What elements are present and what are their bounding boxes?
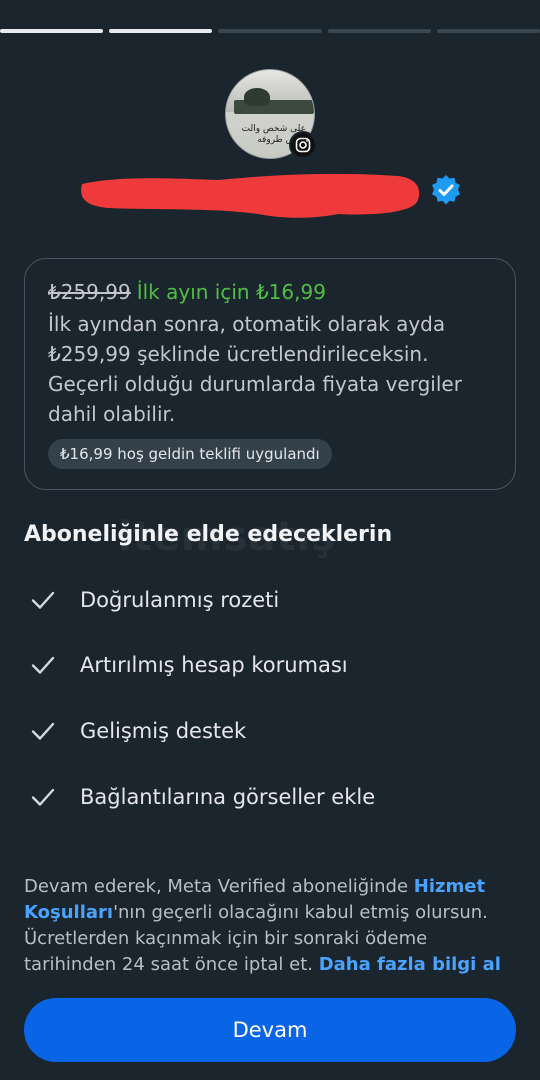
benefit-item: Doğrulanmış rozeti <box>30 585 279 615</box>
benefit-item: Gelişmiş destek <box>30 716 246 746</box>
offer-card: ₺259,99 İlk ayın için ₺16,99 İlk ayından … <box>24 258 516 490</box>
progress-segment <box>0 29 104 33</box>
legal-notice: Devam ederek, Meta Verified aboneliğinde… <box>24 874 516 978</box>
check-icon <box>31 722 55 740</box>
progress-segment <box>327 29 431 33</box>
offer-description: İlk ayından sonra, otomatik olarak ayda … <box>48 312 462 426</box>
promo-price: İlk ayın için ₺16,99 <box>136 280 326 304</box>
old-price: ₺259,99 <box>48 280 131 304</box>
benefit-item: Bağlantılarına görseller ekle <box>30 782 375 812</box>
redacted-username <box>81 173 420 218</box>
benefits-title: Aboneliğinle elde edeceklerin <box>24 522 393 547</box>
benefit-label: Doğrulanmış rozeti <box>80 588 280 612</box>
benefit-label: Artırılmış hesap koruması <box>80 653 348 677</box>
welcome-offer-chip: ₺16,99 hoş geldin teklifi uygulandı <box>48 439 332 469</box>
verified-badge-icon <box>432 175 460 205</box>
check-icon <box>31 788 55 806</box>
price-line: ₺259,99 İlk ayın için ₺16,99 <box>48 277 492 307</box>
check-icon <box>31 656 55 674</box>
instagram-icon <box>289 131 317 159</box>
continue-button[interactable]: Devam <box>24 998 516 1062</box>
learn-more-link[interactable]: Daha fazla bilgi al <box>319 954 501 975</box>
progress-segment <box>436 29 540 33</box>
benefit-item: Artırılmış hesap koruması <box>30 650 348 680</box>
story-progress-bar <box>0 29 540 33</box>
legal-text: Devam ederek, Meta Verified aboneliğinde <box>24 876 414 897</box>
check-icon <box>31 591 55 609</box>
benefit-label: Bağlantılarına görseller ekle <box>80 785 376 809</box>
progress-segment <box>218 29 322 33</box>
progress-segment <box>109 29 213 33</box>
benefit-label: Gelişmiş destek <box>80 719 247 743</box>
profile-avatar-group: علی شخص والت بيش طروفه! <box>225 69 317 161</box>
